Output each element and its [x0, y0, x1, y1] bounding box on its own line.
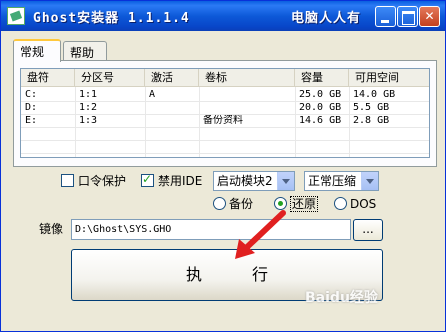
- app-window: Ghost安装器 1.1.1.4 电脑人人有 常规 帮助 盘符 分区号 激活 卷…: [0, 0, 446, 332]
- chevron-down-icon[interactable]: [361, 172, 378, 190]
- cell-partition: 1:2: [79, 102, 98, 113]
- cell-label: 备份资料: [203, 115, 243, 126]
- image-label: 镜像: [39, 222, 64, 236]
- watermark-logo: Baidu经验: [305, 290, 378, 306]
- image-path-value: D:\Ghost\SYS.GHO: [75, 224, 172, 235]
- close-button[interactable]: [419, 6, 440, 27]
- row-divider: [21, 153, 429, 154]
- cell-capacity: 25.0 GB: [299, 89, 342, 100]
- column-header-label[interactable]: 卷标: [199, 69, 295, 87]
- column-header-capacity[interactable]: 容量: [295, 69, 349, 87]
- compression-value: 正常压缩: [308, 174, 357, 188]
- cell-label: [201, 89, 295, 101]
- row-divider: [21, 127, 429, 128]
- chevron-down-icon[interactable]: [277, 172, 294, 190]
- title-watermark: 电脑人人有: [291, 11, 362, 26]
- cell-active: [147, 102, 199, 114]
- cell-free: 5.5 GB: [353, 102, 390, 113]
- password-checkbox-label: 口令保护: [78, 174, 127, 188]
- browse-button[interactable]: ...: [353, 219, 383, 241]
- tab-panel: 盘符 分区号 激活 卷标 容量 可用空间 C: 1:1 A 25.0 GB 14…: [13, 60, 437, 167]
- column-header-free[interactable]: 可用空间: [349, 69, 429, 87]
- cell-capacity: 14.6 GB: [299, 115, 342, 126]
- cell-partition: 1:3: [79, 115, 98, 126]
- table-row[interactable]: D: 1:2 20.0 GB 5.5 GB: [21, 102, 429, 114]
- cell-drive: D:: [25, 102, 38, 113]
- minimize-button[interactable]: [375, 6, 396, 27]
- cell-partition: 1:1: [79, 89, 98, 100]
- maximize-button[interactable]: [397, 6, 418, 27]
- column-header-partition[interactable]: 分区号: [75, 69, 145, 87]
- cell-free: 14.0 GB: [353, 89, 396, 100]
- tab-help[interactable]: 帮助: [63, 41, 107, 61]
- compression-select[interactable]: 正常压缩: [304, 171, 379, 191]
- row-divider: [21, 140, 429, 141]
- dos-radio-label: DOS: [350, 197, 377, 211]
- boot-module-value: 启动模块2: [217, 174, 273, 188]
- disable-ide-checkbox-box[interactable]: [141, 172, 154, 187]
- tab-general[interactable]: 常规: [13, 39, 61, 62]
- cell-label: [201, 102, 295, 114]
- restore-radio-label: 还原: [290, 196, 319, 212]
- disable-ide-checkbox-label: 禁用IDE: [158, 174, 203, 188]
- title-bar[interactable]: Ghost安装器 1.1.1.4 电脑人人有: [1, 1, 445, 31]
- image-path-field[interactable]: D:\Ghost\SYS.GHO: [71, 219, 351, 240]
- backup-radio-dot[interactable]: [213, 197, 226, 210]
- cell-drive: E:: [25, 115, 38, 126]
- cell-free: 2.8 GB: [353, 115, 390, 126]
- partition-list[interactable]: 盘符 分区号 激活 卷标 容量 可用空间 C: 1:1 A 25.0 GB 14…: [20, 68, 430, 158]
- column-header-active[interactable]: 激活: [145, 69, 199, 87]
- column-header-drive[interactable]: 盘符: [21, 69, 75, 87]
- password-checkbox-box[interactable]: [61, 174, 74, 187]
- cell-active: A: [149, 89, 156, 100]
- window-title: Ghost安装器 1.1.1.4: [33, 11, 190, 26]
- cell-capacity: 20.0 GB: [299, 102, 342, 113]
- ghost-app-icon[interactable]: [7, 7, 25, 25]
- partition-list-header: 盘符 分区号 激活 卷标 容量 可用空间: [21, 69, 429, 87]
- boot-module-select[interactable]: 启动模块2: [213, 171, 295, 191]
- table-row[interactable]: C: 1:1 A 25.0 GB 14.0 GB: [21, 89, 429, 101]
- table-row[interactable]: E: 1:3 备份资料 14.6 GB 2.8 GB: [21, 115, 429, 127]
- cell-active: [147, 115, 199, 127]
- dos-radio-dot[interactable]: [334, 197, 347, 210]
- cell-drive: C:: [25, 89, 38, 100]
- red-arrow-icon: [235, 210, 286, 259]
